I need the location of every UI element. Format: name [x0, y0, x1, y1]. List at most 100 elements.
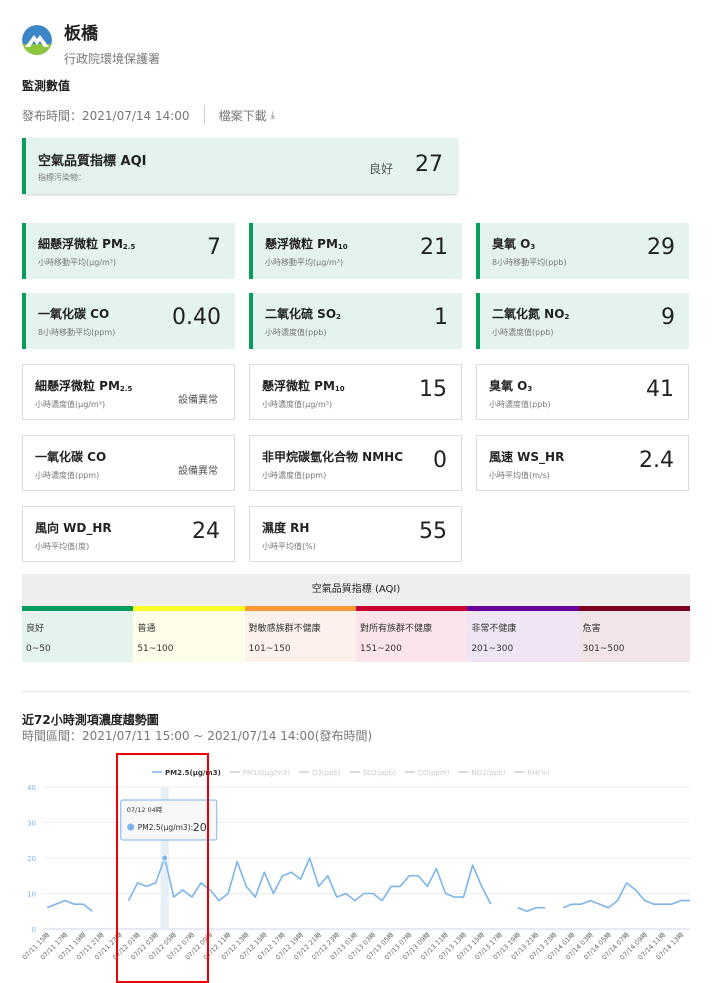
tooltip-label: PM2.5(μg/m3):: [138, 823, 193, 832]
pm25-series-line: [562, 882, 690, 909]
measure-card: 臭氧 O3 8小時移動平均(ppb) 29: [476, 223, 689, 279]
tooltip-value: 20: [193, 821, 207, 834]
card-unit: 小時濃度值(ppb): [489, 400, 551, 409]
data-point[interactable]: [161, 854, 169, 862]
card-title: 風速 WS_HR: [489, 450, 565, 464]
card-title: 濕度 RH: [262, 521, 310, 535]
aqi-status: 良好: [368, 162, 393, 176]
aqi-level-range: 151~200: [359, 644, 402, 654]
aqi-level-name: 普通: [137, 624, 156, 634]
measure-card: 二氧化氮 NO2 小時濃度值(ppb) 9: [476, 293, 689, 349]
card-title: 細懸浮微粒 PM2.5: [38, 237, 136, 251]
aqi-level-name: 良好: [26, 624, 45, 634]
aqi-level-name: 危害: [582, 624, 601, 634]
card-title: 二氧化硫 SO2: [265, 307, 341, 321]
legend-item[interactable]: SO2(ppb): [363, 769, 396, 777]
publish-bar: 發布時間：2021/07/14 14:00 檔案下載 ⤓: [22, 105, 275, 125]
y-tick-label: 10: [27, 891, 36, 899]
org-name: 行政院環境保護署: [64, 52, 161, 66]
card-unit: 小時平均值(%): [262, 542, 316, 551]
aqi-level-range: 101~150: [248, 644, 291, 654]
card-unit: 小時濃度值(ppb): [265, 328, 327, 337]
chart-range: 時間區間：2021/07/11 15:00 ~ 2021/07/14 14:00…: [22, 729, 373, 743]
aqi-table-title: 空氣品質指標 (AQI): [22, 574, 690, 606]
card-status: 設備異常: [178, 395, 218, 406]
pm25-series-line: [46, 899, 93, 912]
aqi-level: 對敏感族群不健康 101~150: [244, 606, 356, 662]
y-tick-label: 0: [32, 926, 36, 934]
card-value: 7: [207, 235, 221, 260]
card-unit: 小時移動平均(μg/m³): [38, 258, 117, 267]
y-tick-label: 20: [27, 855, 36, 863]
aqi-value: 27: [415, 152, 443, 177]
measure-card: 懸浮微粒 PM10 小時濃度值(μg/m³) 15: [249, 364, 462, 420]
card-value: 21: [420, 235, 448, 260]
measure-card: 非甲烷碳氫化合物 NMHC 小時濃度值(ppm) 0: [249, 435, 462, 491]
download-link[interactable]: 檔案下載: [219, 107, 267, 124]
y-tick-label: 30: [27, 820, 36, 828]
card-title: 一氧化碳 CO: [35, 450, 107, 464]
header: 板橋 行政院環境保護署: [22, 18, 160, 67]
divider: [22, 691, 690, 692]
card-title: 風向 WD_HR: [35, 521, 112, 535]
card-value: 55: [419, 519, 447, 544]
legend-item[interactable]: PM2.5(μg/m3): [165, 769, 221, 777]
card-unit: 8小時移動平均(ppm): [38, 328, 116, 337]
measure-card: 細懸浮微粒 PM2.5 小時濃度值(μg/m³) 設備異常: [22, 364, 235, 420]
aqi-level: 良好 0~50: [22, 606, 134, 662]
card-status: 設備異常: [178, 466, 218, 477]
card-unit: 小時平均值(m/s): [489, 471, 550, 480]
card-unit: 小時濃度值(ppm): [262, 471, 327, 480]
measure-card: 一氧化碳 CO 小時濃度值(ppm) 設備異常: [22, 435, 235, 491]
measure-card: 二氧化硫 SO2 小時濃度值(ppb) 1: [249, 293, 462, 349]
aqi-level: 非常不健康 201~300: [467, 606, 579, 662]
pm25-series-line: [127, 857, 492, 905]
measure-card: 風向 WD_HR 小時平均值(度) 24: [22, 506, 235, 562]
legend-item[interactable]: O3(ppb): [312, 769, 341, 777]
aqi-level-name: 非常不健康: [471, 624, 517, 634]
trend-chart[interactable]: 0 10 20 30 40 PM2.5(μg/m3) PM10(μg/m3) O3(ppb) S…: [0, 753, 720, 983]
legend-item[interactable]: PM10(μg/m3): [243, 769, 290, 777]
card-value: 0.40: [172, 305, 221, 330]
aqi-level-name: 對所有族群不健康: [359, 624, 432, 634]
card-value: 2.4: [639, 448, 674, 473]
card-title: 臭氧 O3: [489, 379, 533, 393]
aqi-level-range: 51~100: [137, 644, 174, 654]
aqi-level-range: 201~300: [471, 644, 514, 654]
card-unit: 小時濃度值(ppm): [35, 471, 100, 480]
legend-item[interactable]: NO2(ppb): [472, 769, 506, 777]
site-name: 板橋: [64, 24, 98, 44]
card-unit: 小時濃度值(μg/m³): [262, 400, 333, 409]
card-value: 1: [434, 305, 448, 330]
card-value: 24: [192, 519, 220, 544]
card-title: 非甲烷碳氫化合物 NMHC: [262, 450, 404, 464]
download-icon[interactable]: ⤓: [271, 110, 275, 121]
card-unit: 小時濃度值(ppb): [492, 328, 554, 337]
aqi-level-range: 301~500: [582, 644, 625, 654]
card-title: 懸浮微粒 PM10: [262, 379, 345, 393]
measure-card: 一氧化碳 CO 8小時移動平均(ppm) 0.40: [22, 293, 235, 349]
measure-card: 濕度 RH 小時平均值(%) 55: [249, 506, 462, 562]
measure-card: 懸浮微粒 PM10 小時移動平均(μg/m³) 21: [249, 223, 462, 279]
card-value: 29: [647, 235, 675, 260]
tooltip-time: 07/12 04時: [127, 806, 163, 814]
divider: [203, 105, 205, 125]
card-value: 41: [646, 377, 674, 402]
aqi-level: 危害 301~500: [578, 606, 690, 662]
aqi-level: 普通 51~100: [133, 606, 245, 662]
legend-item[interactable]: RH(%): [528, 769, 551, 777]
aqi-card: 空氣品質指標 AQI 指標污染物： 良好 27: [22, 138, 457, 194]
aqi-pollutant: 指標污染物：: [38, 173, 86, 182]
legend-item[interactable]: CO(ppm): [418, 769, 450, 777]
aqi-level-range: 0~50: [26, 644, 51, 654]
publish-time: 發布時間：2021/07/14 14:00: [22, 108, 190, 123]
card-unit: 小時平均值(度): [35, 542, 90, 551]
card-unit: 小時濃度值(μg/m³): [35, 400, 106, 409]
epa-logo: [22, 25, 52, 55]
card-value: 0: [433, 448, 447, 473]
aqi-title: 空氣品質指標 AQI: [38, 154, 147, 169]
aqi-level: 對所有族群不健康 151~200: [355, 606, 468, 662]
card-title: 二氧化氮 NO2: [492, 307, 570, 321]
card-unit: 8小時移動平均(ppb): [492, 258, 567, 267]
measure-card: 風速 WS_HR 小時平均值(m/s) 2.4: [476, 435, 689, 491]
